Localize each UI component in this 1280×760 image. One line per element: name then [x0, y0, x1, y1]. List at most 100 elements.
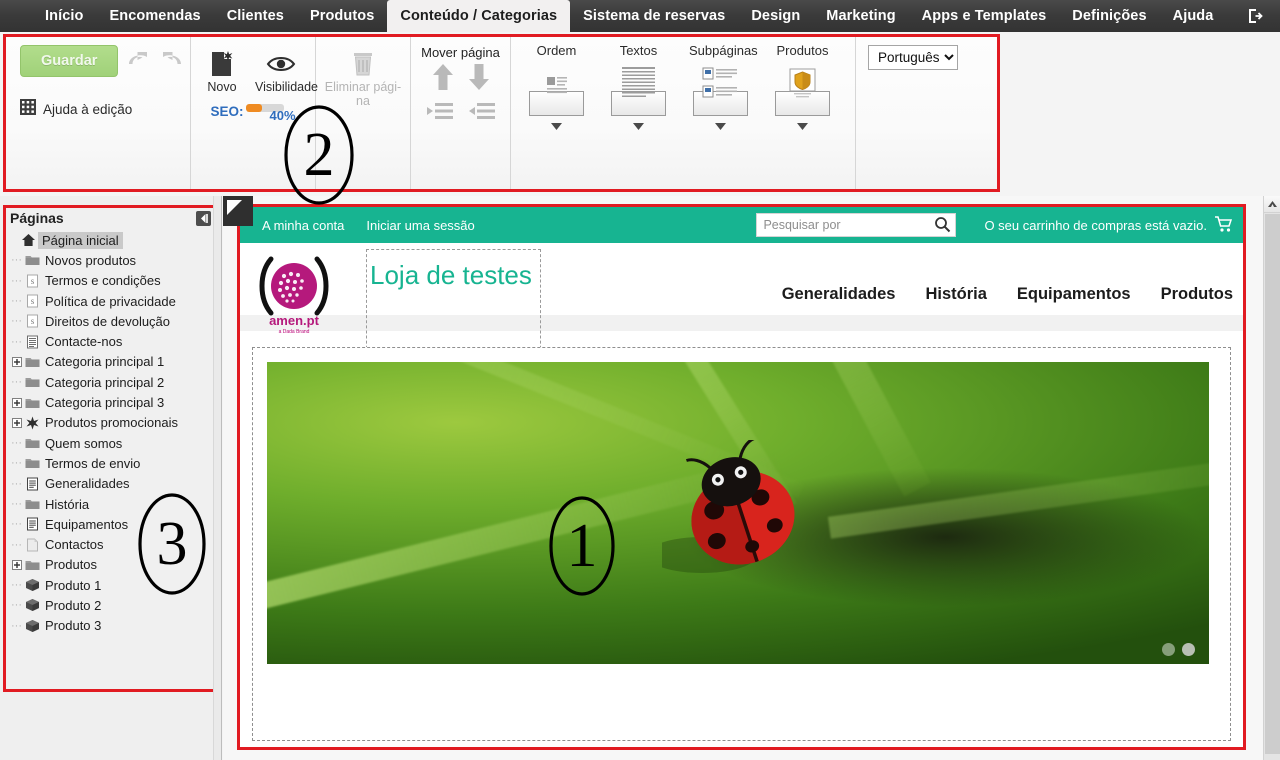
tree-node-direitos-de-devolu-o[interactable]: ··· s Direitos de devolução [6, 311, 216, 331]
tree-node-contactos[interactable]: ··· Contactos [6, 534, 216, 554]
tree-line: ··· [11, 295, 22, 308]
trash-icon [320, 47, 406, 81]
menu-item-design[interactable]: Design [738, 0, 813, 32]
grid-icon [20, 99, 36, 120]
layout-subpaginas-label: Subpáginas [689, 43, 758, 58]
layout-subpaginas-button[interactable]: Subpáginas [689, 43, 758, 189]
preview-corner-handle[interactable] [223, 196, 253, 226]
ladybug-image [647, 436, 822, 590]
menu-item-conteudo-categorias[interactable]: Conteúdo / Categorias [387, 0, 571, 32]
main-vertical-scrollbar[interactable] [1263, 196, 1280, 760]
delete-page-button[interactable]: Eliminar pági-na [320, 47, 406, 109]
redo-arrow-icon[interactable] [158, 47, 186, 76]
tree-node-termos-de-envio[interactable]: ··· Termos de envio [6, 453, 216, 473]
nav-item-historia[interactable]: História [925, 285, 986, 304]
account-link[interactable]: A minha conta [262, 218, 344, 233]
indent-icon[interactable] [467, 101, 497, 126]
slider-dots[interactable] [1162, 643, 1195, 656]
menu-item-produtos[interactable]: Produtos [297, 0, 387, 32]
tree-node-produtos-promocionais[interactable]: Produtos promocionais [6, 413, 216, 433]
search-input[interactable] [756, 213, 957, 237]
tree-node-hist-ria[interactable]: ··· História [6, 494, 216, 514]
search-icon[interactable] [934, 216, 951, 236]
outdent-icon[interactable] [425, 101, 455, 126]
tree-expand-icon[interactable] [10, 356, 23, 367]
menu-item-definicoes[interactable]: Definições [1059, 0, 1159, 32]
visibility-button[interactable]: Visibilidade [255, 47, 318, 94]
nav-item-generalidades[interactable]: Generalidades [782, 285, 896, 304]
amen-logo[interactable]: amen.pt a Dada Brand [257, 251, 331, 336]
site-title-text: Loja de testes [370, 260, 532, 290]
product-box-icon [23, 598, 42, 612]
sidebar-scrollbar[interactable] [213, 196, 221, 760]
language-select[interactable]: Português [868, 45, 958, 70]
tree-node-quem-somos[interactable]: ··· Quem somos [6, 433, 216, 453]
menu-item-marketing[interactable]: Marketing [813, 0, 908, 32]
tree-node-label: História [45, 496, 90, 512]
slider-dot-1[interactable] [1162, 643, 1175, 656]
tree-node-categoria-principal-1[interactable]: Categoria principal 1 [6, 352, 216, 372]
menu-item-apps-templates[interactable]: Apps e Templates [909, 0, 1060, 32]
layout-textos-button[interactable]: Textos [607, 43, 670, 189]
seo-indicator[interactable]: SEO: 40% [199, 104, 307, 123]
tree-node-label: Produto 3 [45, 618, 102, 634]
pages-tree[interactable]: Página inicial ··· Novos produtos ··· s Termo… [6, 228, 216, 636]
tree-node-equipamentos[interactable]: ··· Equipamentos [6, 514, 216, 534]
scrollbar-thumb[interactable] [1265, 214, 1280, 754]
tree-node-produto-3[interactable]: ··· Produto 3 [6, 616, 216, 636]
menu-item-inicio[interactable]: Início [32, 0, 96, 32]
tree-expand-icon[interactable] [10, 559, 23, 570]
menu-item-encomendas[interactable]: Encomendas [96, 0, 213, 32]
tree-node-label: Quem somos [45, 435, 123, 451]
scroll-up-icon[interactable] [1264, 196, 1280, 213]
save-button[interactable]: Guardar [20, 45, 119, 77]
layout-ordem-caret-icon[interactable] [525, 117, 588, 135]
layout-textos-caret-icon[interactable] [607, 117, 670, 135]
tree-node-contacte-nos[interactable]: ··· Contacte-nos [6, 331, 216, 351]
seo-label: SEO: [210, 104, 244, 120]
svg-text:s: s [31, 296, 35, 306]
top-menu-bar: Início Encomendas Clientes Produtos Cont… [0, 0, 1280, 32]
logout-icon[interactable] [1230, 0, 1280, 32]
menu-item-ajuda[interactable]: Ajuda [1160, 0, 1227, 32]
tree-line: ··· [11, 254, 22, 267]
menu-item-sistema-reservas[interactable]: Sistema de reservas [570, 0, 738, 32]
tree-expand-icon[interactable] [10, 417, 23, 428]
folder-icon [23, 375, 42, 389]
tree-node-categoria-principal-3[interactable]: Categoria principal 3 [6, 392, 216, 412]
layout-subpaginas-caret-icon[interactable] [689, 117, 752, 135]
tree-node-p-gina-inicial[interactable]: Página inicial [6, 230, 216, 250]
new-page-button[interactable]: Novo [199, 47, 245, 94]
edit-help-button[interactable]: Ajuda à edição [20, 99, 180, 120]
layout-produtos-button[interactable]: Produtos [771, 43, 834, 189]
tree-node-produto-1[interactable]: ··· Produto 1 [6, 575, 216, 595]
svg-text:a Dada Brand: a Dada Brand [279, 329, 310, 335]
tree-expand-icon[interactable] [10, 397, 23, 408]
page-content-region[interactable] [252, 347, 1231, 741]
collapse-panel-icon[interactable] [196, 210, 211, 226]
tree-node-produto-2[interactable]: ··· Produto 2 [6, 595, 216, 615]
tree-line: ··· [11, 518, 22, 531]
tree-node-pol-tica-de-privacidade[interactable]: ··· s Política de privacidade [6, 291, 216, 311]
tree-node-generalidades[interactable]: ··· Generalidades [6, 474, 216, 494]
layout-produtos-caret-icon[interactable] [771, 117, 834, 135]
tree-node-novos-produtos[interactable]: ··· Novos produtos [6, 250, 216, 270]
layout-ordem-button[interactable]: Ordem [525, 43, 588, 189]
tree-node-label: Termos e condições [45, 273, 161, 289]
tree-node-categoria-principal-2[interactable]: ··· Categoria principal 2 [6, 372, 216, 392]
home-icon [19, 233, 38, 247]
tree-node-termos-e-condi-es[interactable]: ··· s Termos e condições [6, 271, 216, 291]
arrow-up-icon[interactable] [431, 62, 455, 97]
tree-node-produtos[interactable]: Produtos [6, 555, 216, 575]
menu-item-clientes[interactable]: Clientes [214, 0, 297, 32]
slider-dot-2[interactable] [1182, 643, 1195, 656]
shopping-cart-icon[interactable] [1214, 215, 1233, 236]
login-link[interactable]: Iniciar uma sessão [366, 218, 474, 233]
tree-line: ··· [11, 498, 22, 510]
pages-sidebar: Páginas Página inicial ··· Novos produtos ·… [0, 196, 222, 760]
nav-item-equipamentos[interactable]: Equipamentos [1017, 285, 1131, 304]
undo-arrow-icon[interactable] [124, 47, 152, 76]
hero-slider[interactable] [267, 362, 1209, 664]
arrow-down-icon[interactable] [467, 62, 491, 97]
nav-item-produtos[interactable]: Produtos [1161, 285, 1233, 304]
